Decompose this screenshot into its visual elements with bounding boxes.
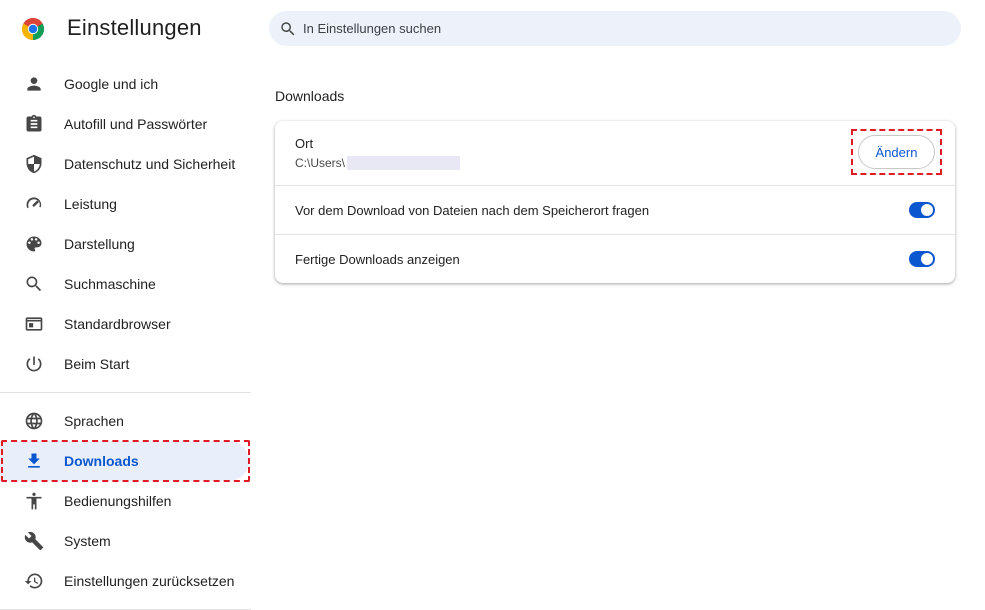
globe-icon (23, 410, 45, 432)
redacted-username (347, 156, 461, 170)
sidebar-item-reset[interactable]: Einstellungen zurücksetzen (0, 561, 251, 601)
chrome-logo-icon (21, 17, 45, 41)
sidebar-item-standardbrowser[interactable]: Standardbrowser (0, 304, 251, 344)
sidebar-item-sprachen[interactable]: Sprachen (0, 401, 251, 441)
sidebar-item-google-und-ich[interactable]: Google und ich (0, 64, 251, 104)
sidebar-item-downloads[interactable]: Downloads (0, 440, 250, 482)
sidebar-item-label: Leistung (64, 196, 117, 212)
ask-location-row[interactable]: Vor dem Download von Dateien nach dem Sp… (275, 185, 955, 234)
sidebar-item-beim-start[interactable]: Beim Start (0, 344, 251, 384)
shield-icon (23, 153, 45, 175)
search-icon (23, 273, 45, 295)
change-location-button[interactable]: Ändern (858, 135, 935, 169)
sidebar-item-bedienungshilfen[interactable]: Bedienungshilfen (0, 481, 251, 521)
show-downloads-row[interactable]: Fertige Downloads anzeigen (275, 234, 955, 283)
section-title: Downloads (275, 88, 345, 104)
sidebar: Google und ich Autofill und Passwörter D… (0, 64, 251, 610)
sidebar-item-label: Standardbrowser (64, 316, 171, 332)
sidebar-item-label: Suchmaschine (64, 276, 156, 292)
search-input[interactable] (303, 21, 903, 36)
clipboard-icon (23, 113, 45, 135)
sidebar-item-label: Darstellung (64, 236, 135, 252)
wrench-icon (23, 530, 45, 552)
person-icon (23, 73, 45, 95)
sidebar-item-autofill[interactable]: Autofill und Passwörter (0, 104, 251, 144)
location-row: Ort C:\Users\ Ändern (275, 121, 955, 185)
location-label: Ort (295, 136, 314, 151)
sidebar-item-datenschutz[interactable]: Datenschutz und Sicherheit (0, 144, 251, 184)
sidebar-item-label: Bedienungshilfen (64, 493, 172, 509)
show-downloads-label: Fertige Downloads anzeigen (295, 251, 460, 267)
sidebar-item-darstellung[interactable]: Darstellung (0, 224, 251, 264)
search-bar[interactable] (269, 11, 961, 46)
ask-location-label: Vor dem Download von Dateien nach dem Sp… (295, 202, 650, 218)
change-button-highlight: Ändern (851, 129, 942, 175)
download-path: C:\Users\ (295, 156, 346, 170)
sidebar-item-label: Downloads (64, 453, 139, 469)
sidebar-item-leistung[interactable]: Leistung (0, 184, 251, 224)
browser-window-icon (23, 313, 45, 335)
sidebar-item-label: Sprachen (64, 413, 124, 429)
power-icon (23, 353, 45, 375)
accessibility-icon (23, 490, 45, 512)
sidebar-item-label: System (64, 533, 111, 549)
sidebar-divider (0, 392, 251, 393)
sidebar-item-label: Google und ich (64, 76, 159, 92)
palette-icon (23, 233, 45, 255)
sidebar-item-label: Beim Start (64, 356, 130, 372)
sidebar-item-label: Einstellungen zurücksetzen (64, 573, 235, 589)
show-downloads-toggle[interactable] (909, 251, 935, 267)
toggle-knob (921, 253, 933, 265)
sidebar-item-label: Datenschutz und Sicherheit (64, 156, 236, 172)
downloads-settings-card: Ort C:\Users\ Ändern Vor dem Download vo… (275, 121, 955, 283)
ask-location-toggle[interactable] (909, 202, 935, 218)
sidebar-item-system[interactable]: System (0, 521, 251, 561)
page-title: Einstellungen (67, 15, 202, 40)
reset-icon (23, 570, 45, 592)
download-icon (23, 450, 45, 472)
toggle-knob (921, 204, 933, 216)
sidebar-item-label: Autofill und Passwörter (64, 116, 208, 132)
sidebar-item-suchmaschine[interactable]: Suchmaschine (0, 264, 251, 304)
speedometer-icon (23, 193, 45, 215)
search-icon (281, 21, 295, 35)
